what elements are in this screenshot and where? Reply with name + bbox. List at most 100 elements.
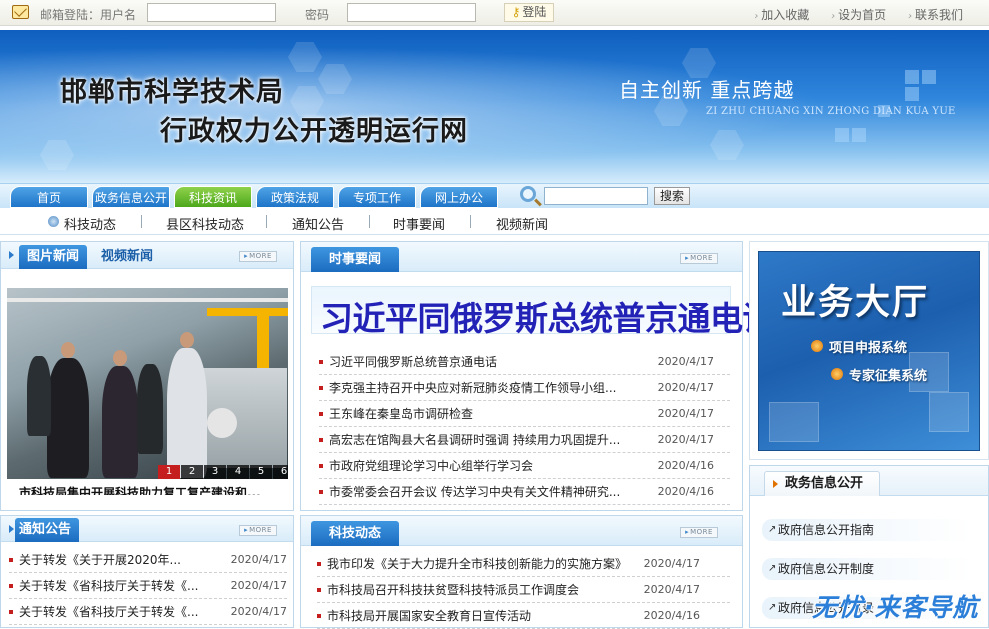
contact-us-label[interactable]: 联系我们 [915, 8, 963, 22]
list-item[interactable]: 王东峰在秦皇岛市调研检查 2020/4/17 [319, 401, 730, 427]
subnav-county-dynamics[interactable]: 县区科技动态 [166, 214, 244, 233]
list-item[interactable]: 市委常委会召开会议 传达学习中央有关文件精神研究... 2020/4/16 [319, 479, 730, 505]
tech-news-list: 我市印发《关于大力提升全市科技创新能力的实施方案》 2020/4/17 市科技局召… [317, 551, 730, 629]
list-item[interactable]: 市科技局召开科技扶贫暨科技特派员工作调度会 2020/4/17 [317, 577, 730, 603]
tab-photo-news[interactable]: 图片新闻 [19, 245, 88, 269]
search-icon [520, 186, 536, 202]
list-item[interactable]: 习近平同俄罗斯总统普京通电话 2020/4/17 [319, 349, 730, 375]
gov-info-system-link[interactable]: ↗ 政府信息公开制度 [762, 558, 972, 580]
tab-online-office[interactable]: 网上办公 [420, 186, 498, 208]
banner-decoration [835, 128, 849, 142]
subnav-notices[interactable]: 通知公告 [292, 214, 344, 233]
news-title[interactable]: 李克强主持召开中央应对新冠肺炎疫情工作领导小组... [329, 375, 629, 401]
news-title[interactable]: 市科技局开展国家安全教育日宣传活动 [327, 603, 637, 629]
photo-detail [47, 358, 89, 478]
notice-title[interactable]: 关于转发《关于开展2020年... [19, 547, 199, 573]
list-item[interactable]: 市政府党组理论学习中心组举行学习会 2020/4/16 [319, 453, 730, 479]
current-news-list: 习近平同俄罗斯总统普京通电话 2020/4/17 李克强主持召开中央应对新冠肺炎疫… [319, 349, 730, 505]
divider [141, 215, 142, 228]
gov-info-guide-link[interactable]: ↗ 政府信息公开指南 [762, 519, 972, 541]
pager-item[interactable]: 5 [250, 465, 272, 479]
gov-info-label: 政府信息公开制度 [778, 562, 875, 576]
list-item[interactable]: 关于转发《省科技厅关于转发《... 2020/4/17 [9, 599, 287, 625]
gov-info-label: 政府信息公开指南 [778, 523, 875, 537]
tab-gov-info[interactable]: 政务信息公开 [92, 186, 170, 208]
more-button[interactable]: ▸MORE [239, 525, 277, 536]
subnav-current-news[interactable]: 时事要闻 [393, 214, 445, 233]
bullet-icon [319, 386, 323, 390]
more-label: MORE [690, 528, 713, 536]
tab-policy[interactable]: 政策法规 [256, 186, 334, 208]
panel-title: 政务信息公开 [764, 471, 881, 496]
tab-special-work[interactable]: 专项工作 [338, 186, 416, 208]
news-photo[interactable]: 1 2 3 4 5 6 [7, 288, 288, 479]
search-button[interactable]: 搜索 [654, 187, 690, 205]
pager-item[interactable]: 1 [158, 465, 180, 479]
banner-decoration [905, 87, 919, 101]
bullet-icon [317, 614, 321, 618]
notice-panel: 通知公告 ▸MORE 关于转发《关于开展2020年... 2020/4/17 关于… [0, 515, 294, 628]
password-input[interactable] [347, 3, 476, 22]
news-date: 2020/4/17 [643, 557, 700, 570]
list-item[interactable]: 李克强主持召开中央应对新冠肺炎疫情工作领导小组... 2020/4/17 [319, 375, 730, 401]
news-date: 2020/4/16 [657, 459, 714, 472]
notice-list: 关于转发《关于开展2020年... 2020/4/17 关于转发《省科技厅关于转发… [9, 547, 287, 625]
pager-item[interactable]: 4 [227, 465, 249, 479]
business-hall-banner[interactable]: 业务大厅 项目申报系统 专家征集系统 [758, 251, 980, 451]
username-input[interactable] [147, 3, 276, 22]
banner-slogan-pinyin: ZI ZHU CHUANG XIN ZHONG DIAN KUA YUE [706, 106, 956, 117]
news-title[interactable]: 我市印发《关于大力提升全市科技创新能力的实施方案》 [327, 551, 637, 577]
notice-title[interactable]: 关于转发《省科技厅关于转发《... [19, 599, 199, 625]
tab-video-news[interactable]: 视频新闻 [101, 245, 153, 269]
news-title[interactable]: 王东峰在秦皇岛市调研检查 [329, 401, 629, 427]
more-button[interactable]: ▸MORE [680, 253, 718, 264]
list-item[interactable]: 高宏志在馆陶县大名县调研时强调 持续用力巩固提升... 2020/4/17 [319, 427, 730, 453]
photo-detail [102, 366, 138, 478]
add-favorite-link[interactable]: › 加入收藏 [754, 8, 809, 22]
set-homepage-link[interactable]: › 设为首页 [831, 8, 886, 22]
banner-decoration [852, 128, 866, 142]
notice-title[interactable]: 关于转发《省科技厅关于转发《... [19, 573, 199, 599]
banner-decoration [905, 70, 919, 84]
pager-item[interactable]: 2 [181, 465, 203, 479]
list-item[interactable]: 关于转发《关于开展2020年... 2020/4/17 [9, 547, 287, 573]
subnav-tech-dynamics[interactable]: 科技动态 [64, 214, 116, 233]
news-title[interactable]: 市委常委会召开会议 传达学习中央有关文件精神研究... [329, 479, 629, 505]
search-input[interactable] [544, 187, 648, 205]
news-title[interactable]: 高宏志在馆陶县大名县调研时强调 持续用力巩固提升... [329, 427, 629, 453]
photo-detail [207, 408, 237, 438]
panel-title-label: 科技动态 [329, 526, 382, 541]
project-application-link[interactable]: 项目申报系统 [829, 337, 907, 356]
expert-recruitment-link[interactable]: 专家征集系统 [849, 365, 927, 384]
panel-title-label: 时事要闻 [329, 252, 382, 267]
add-favorite-label[interactable]: 加入收藏 [761, 8, 809, 22]
more-arrow-icon: ▸ [244, 526, 249, 534]
login-button-label: 登陆 [522, 5, 547, 19]
panel-header: 科技动态 ▸MORE [301, 516, 742, 546]
subnav-video-news[interactable]: 视频新闻 [496, 214, 548, 233]
notice-date: 2020/4/17 [230, 553, 287, 566]
photo-caption[interactable]: 市科技局集中开展科技助力复工复产建设和... [19, 483, 285, 495]
pager-item[interactable]: 6 [273, 465, 288, 479]
headline-banner[interactable]: 习近平同俄罗斯总统普京通电话 [311, 286, 776, 338]
more-button[interactable]: ▸MORE [239, 251, 277, 262]
notice-date: 2020/4/17 [230, 579, 287, 592]
news-title[interactable]: 习近平同俄罗斯总统普京通电话 [329, 349, 629, 375]
tab-home[interactable]: 首页 [10, 186, 88, 208]
tab-tech-news[interactable]: 科技资讯 [174, 186, 252, 208]
banner-slogan: 自主创新 重点跨越 [619, 78, 795, 102]
bullet-icon [9, 584, 13, 588]
contact-us-link[interactable]: › 联系我们 [908, 8, 963, 22]
list-item[interactable]: 关于转发《省科技厅关于转发《... 2020/4/17 [9, 573, 287, 599]
bullet-icon [317, 588, 321, 592]
set-homepage-label[interactable]: 设为首页 [838, 8, 886, 22]
panel-header: 政务信息公开 [750, 466, 988, 496]
news-title[interactable]: 市科技局召开科技扶贫暨科技特派员工作调度会 [327, 577, 637, 603]
list-item[interactable]: 我市印发《关于大力提升全市科技创新能力的实施方案》 2020/4/17 [317, 551, 730, 577]
pager-item[interactable]: 3 [204, 465, 226, 479]
tech-news-panel: 科技动态 ▸MORE 我市印发《关于大力提升全市科技创新能力的实施方案》 2020… [300, 515, 743, 629]
login-button[interactable]: ⚷ 登陆 [504, 3, 554, 22]
news-title[interactable]: 市政府党组理论学习中心组举行学习会 [329, 453, 629, 479]
list-item[interactable]: 市科技局开展国家安全教育日宣传活动 2020/4/16 [317, 603, 730, 629]
more-button[interactable]: ▸MORE [680, 527, 718, 538]
